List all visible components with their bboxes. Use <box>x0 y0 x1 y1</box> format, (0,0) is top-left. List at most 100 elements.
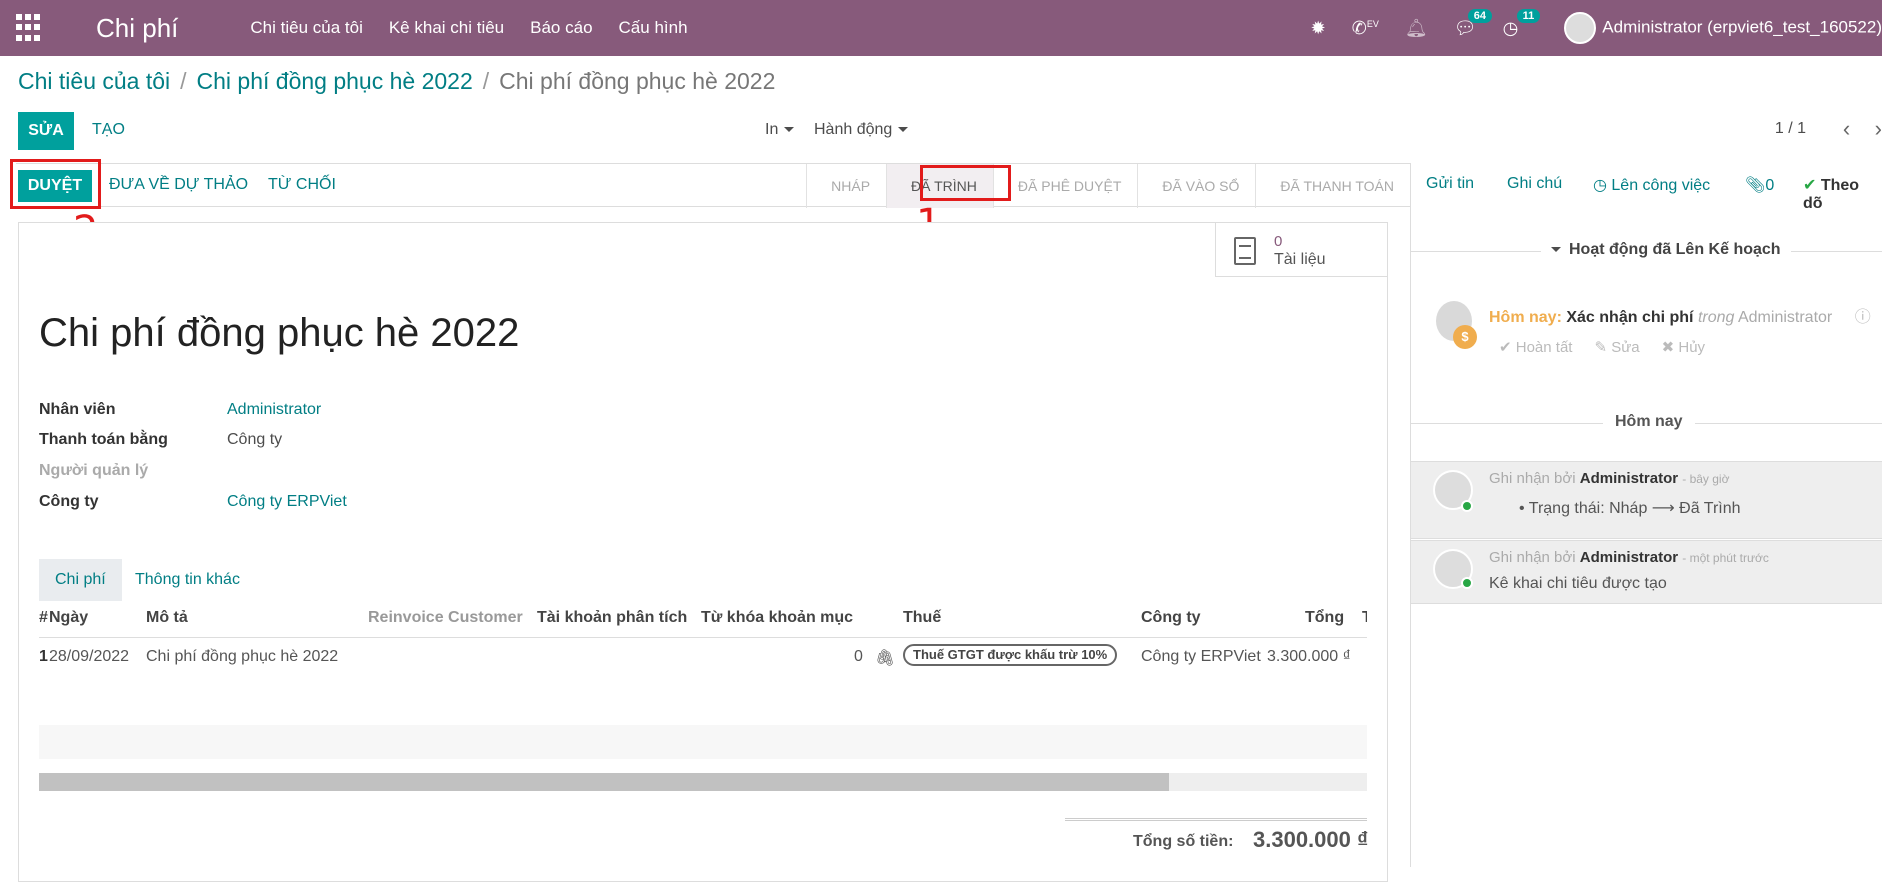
action-dropdown[interactable]: Hành động <box>814 121 909 139</box>
activity-name: Xác nhận chi phí <box>1566 309 1694 326</box>
stage-draft[interactable]: NHÁP <box>806 164 886 208</box>
chatter-panel: Gửi tin Ghi chú ◷ Lên công việc 📎︎0 ✔ Th… <box>1410 163 1882 867</box>
form-sheet: 0 Tài liệu Chi phí đồng phục hè 2022 Nhâ… <box>18 222 1388 882</box>
col-company[interactable]: Công ty <box>1141 609 1201 627</box>
scrollbar-thumb[interactable] <box>39 773 1169 791</box>
menu-item-configuration[interactable]: Cấu hình <box>619 18 688 38</box>
stage-approved[interactable]: ĐÃ PHÊ DUYỆT <box>992 164 1137 208</box>
breadcrumb-report[interactable]: Chi phí đồng phục hè 2022 <box>197 68 473 94</box>
top-menu: Chi tiêu của tôi Kê khai chi tiêu Báo cá… <box>250 18 687 38</box>
edit-activity-button[interactable]: ✎ Sửa <box>1594 338 1639 356</box>
paperclip-icon[interactable]: 🖇︎ <box>875 648 895 668</box>
mark-done-button[interactable]: ✔ Hoàn tất <box>1499 338 1572 356</box>
bell-icon[interactable]: 🔔︎ <box>1405 18 1428 39</box>
documents-count: 0 <box>1274 233 1283 250</box>
chevron-right-icon[interactable]: › <box>1875 116 1882 141</box>
message-author[interactable]: Administrator <box>1580 470 1678 487</box>
documents-smart-button[interactable]: 0 Tài liệu <box>1215 223 1387 277</box>
breadcrumb: Chi tiêu của tôi / Chi phí đồng phục hè 20… <box>18 68 776 94</box>
chevron-left-icon[interactable]: ‹ <box>1843 116 1850 141</box>
cancel-activity-button[interactable]: ✖ Hủy <box>1662 338 1705 356</box>
page-title: Chi phí đồng phục hè 2022 <box>39 311 520 355</box>
message-author[interactable]: Administrator <box>1580 549 1678 566</box>
reset-to-draft-button[interactable]: ĐƯA VỀ DỰ THẢO <box>109 176 248 194</box>
avatar <box>1564 12 1597 44</box>
row-description: Chi phí đồng phục hè 2022 <box>146 648 339 665</box>
date-separator: Hôm nay <box>1603 413 1695 431</box>
col-date[interactable]: Ngày <box>49 609 88 627</box>
user-menu[interactable]: Administrator (erpviet6_test_160522) <box>1564 12 1882 44</box>
message-time: - một phút trước <box>1682 551 1769 565</box>
empty-row <box>39 725 1367 759</box>
clock-icon[interactable]: ◷ 11 <box>1503 8 1541 39</box>
annotation-box-stage <box>920 165 1011 201</box>
phone-icon[interactable]: ✆EV <box>1352 18 1379 39</box>
bug-icon[interactable]: ✹ <box>1311 18 1326 39</box>
app-title[interactable]: Chi phí <box>96 13 178 44</box>
total-divider <box>1065 818 1367 821</box>
company-value[interactable]: Công ty ERPViet <box>227 493 347 511</box>
activity-user: Administrator <box>1737 309 1833 326</box>
col-analytic-tags[interactable]: Từ khóa khoản mục <box>701 609 853 627</box>
check-icon: ✔ <box>1499 339 1516 356</box>
message-item: Ghi nhận bởi Administrator - bây giờ • T… <box>1411 461 1882 539</box>
log-note-button[interactable]: Ghi chú <box>1507 175 1562 193</box>
messages-badge: 64 <box>1467 8 1492 23</box>
menu-item-reporting[interactable]: Báo cáo <box>530 18 592 38</box>
user-name: Administrator (erpviet6_test_160522) <box>1602 17 1882 37</box>
menu-item-expense-reports[interactable]: Kê khai chi tiêu <box>389 18 504 38</box>
follow-button[interactable]: ✔ Theo dõ <box>1803 175 1882 213</box>
print-label: In <box>765 121 779 138</box>
message-time: - bây giờ <box>1682 472 1730 486</box>
create-button[interactable]: TẠO <box>92 121 125 139</box>
attachments-button[interactable]: 📎︎0 <box>1745 175 1774 195</box>
status-bar: DUYỆT ĐƯA VỀ DỰ THẢO TỪ CHỐI NHÁP ĐÃ TRÌ… <box>16 163 1410 208</box>
row-total: 3.300.000 ₫ <box>1267 648 1351 665</box>
stage-paid[interactable]: ĐÃ THANH TOÁN <box>1255 164 1410 208</box>
apps-menu-icon[interactable] <box>16 14 44 42</box>
breadcrumb-my-expenses[interactable]: Chi tiêu của tôi <box>18 68 170 94</box>
tax-badge: Thuế GTGT được khấu trừ 10% <box>903 644 1118 666</box>
paid-by-label: Thanh toán bằng <box>39 431 168 448</box>
total-label: Tổng số tiền: <box>1133 833 1234 850</box>
row-company: Công ty ERPViet <box>1141 648 1261 665</box>
pager-arrows: ‹ › <box>1843 116 1882 142</box>
chevron-down-icon <box>898 127 909 133</box>
activities-badge: 11 <box>1516 8 1541 23</box>
chat-icon[interactable]: 💬︎ 64 <box>1454 8 1492 39</box>
edit-activity-label: Sửa <box>1611 339 1640 356</box>
refuse-button[interactable]: TỪ CHỐI <box>268 176 336 194</box>
schedule-activity-button[interactable]: ◷ Lên công việc <box>1593 175 1710 195</box>
employee-value[interactable]: Administrator <box>227 401 321 419</box>
close-icon: ✖ <box>1661 339 1679 356</box>
tab-other-info[interactable]: Thông tin khác <box>119 559 256 601</box>
phone-label: EV <box>1366 18 1379 29</box>
col-total[interactable]: Tổng <box>1305 609 1344 627</box>
send-message-button[interactable]: Gửi tin <box>1426 175 1474 193</box>
dollar-icon: $ <box>1453 325 1477 349</box>
print-dropdown[interactable]: In <box>765 121 795 139</box>
clock-icon: ◷ <box>1593 177 1612 194</box>
planned-activities-toggle[interactable]: Hoạt động đã Lên Kế hoạch <box>1541 241 1791 259</box>
edit-button[interactable]: SỬA <box>18 112 74 150</box>
col-analytic-account[interactable]: Tài khoản phân tích <box>537 609 687 627</box>
tab-expenses[interactable]: Chi phí <box>39 559 122 601</box>
col-total-truncated[interactable]: Tổn <box>1362 609 1367 627</box>
info-icon[interactable]: ⓘ <box>1855 309 1871 326</box>
menu-item-my-expenses[interactable]: Chi tiêu của tôi <box>250 18 362 38</box>
pencil-icon: ✎ <box>1594 339 1612 356</box>
row-quantity: 0 <box>854 648 863 665</box>
status-stages: NHÁP ĐÃ TRÌNH ĐÃ PHÊ DUYỆT ĐÃ VÀO SỔ ĐÃ … <box>806 164 1410 208</box>
mark-done-label: Hoàn tất <box>1515 339 1573 356</box>
chevron-down-icon <box>784 127 795 133</box>
table-row[interactable]: 1 28/09/2022 Chi phí đồng phục hè 2022 0… <box>39 637 1367 675</box>
documents-label: Tài liệu <box>1274 251 1326 268</box>
col-taxes[interactable]: Thuế <box>903 609 941 627</box>
activity-line: Hôm nay: Xác nhận chi phí trong Administ… <box>1489 303 1871 327</box>
document-icon <box>1234 237 1256 265</box>
col-description[interactable]: Mô tả <box>146 609 188 627</box>
pager-value[interactable]: 1 / 1 <box>1775 120 1806 138</box>
stage-posted[interactable]: ĐÃ VÀO SỔ <box>1137 164 1255 208</box>
col-reinvoice-customer[interactable]: Reinvoice Customer <box>368 609 523 627</box>
horizontal-scrollbar[interactable] <box>39 773 1367 791</box>
